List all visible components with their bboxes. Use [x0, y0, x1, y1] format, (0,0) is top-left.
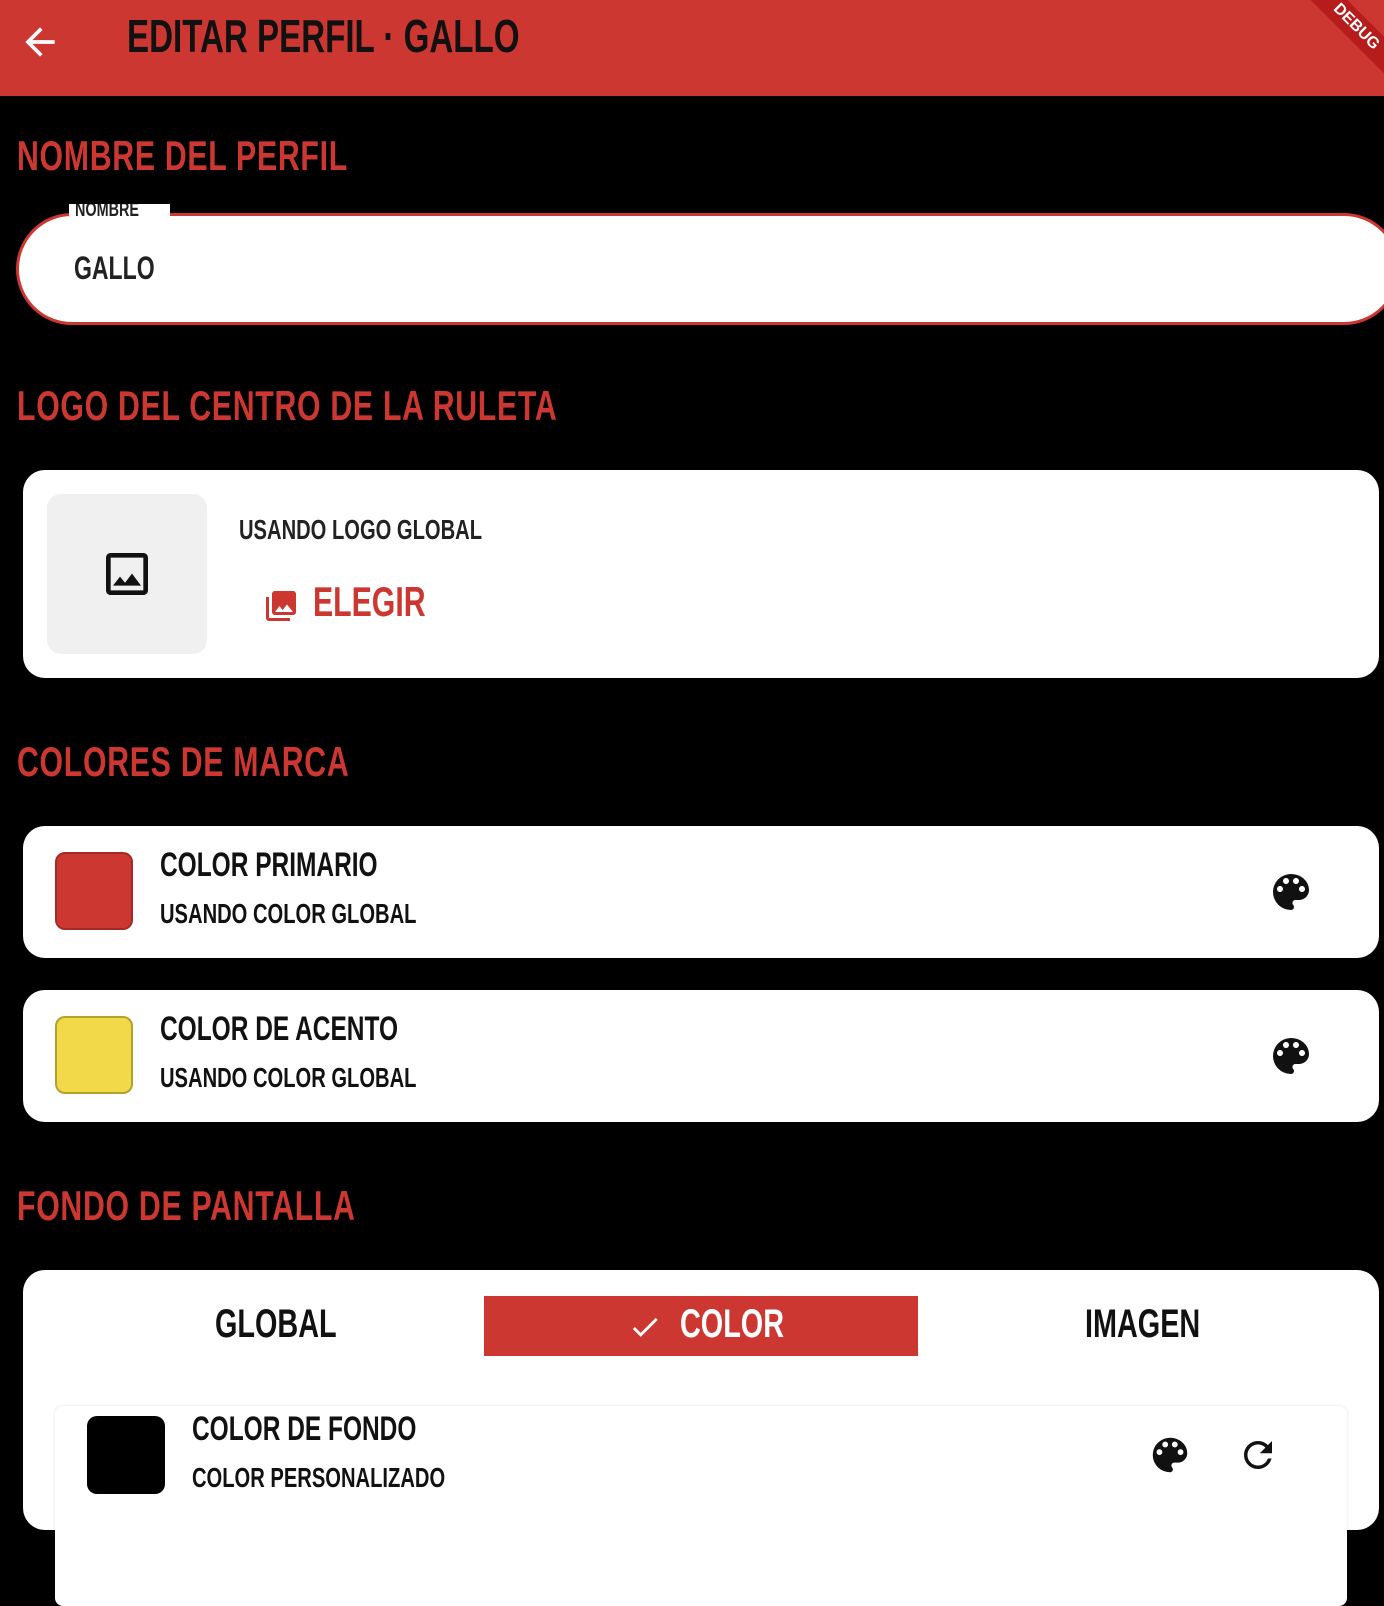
background-color-subtitle: COLOR PERSONALIZADO [192, 1462, 446, 1493]
palette-icon [1273, 1038, 1309, 1074]
section-title-background: FONDO DE PANTALLA [17, 1182, 356, 1229]
arrow-back-icon [25, 27, 55, 57]
background-color-title: COLOR DE FONDO [192, 1410, 417, 1448]
logo-thumbnail[interactable] [47, 494, 207, 654]
accent-color-title: COLOR DE ACENTO [160, 1010, 399, 1048]
accent-color-palette-button[interactable] [1267, 1032, 1315, 1080]
segment-global[interactable]: GLOBAL [47, 1296, 483, 1356]
primary-color-subtitle: USANDO COLOR GLOBAL [160, 898, 417, 929]
segment-color-label: COLOR [680, 1302, 784, 1346]
logo-card: USANDO LOGO GLOBAL ELEGIR [23, 470, 1379, 678]
background-color-row[interactable]: COLOR DE FONDO COLOR PERSONALIZADO [55, 1406, 1347, 1606]
segment-image[interactable]: IMAGEN [919, 1296, 1355, 1356]
primary-color-swatch[interactable] [55, 852, 133, 930]
check-icon [632, 1317, 658, 1337]
accent-color-subtitle: USANDO COLOR GLOBAL [160, 1062, 417, 1093]
section-title-colors: COLORES DE MARCA [17, 738, 350, 785]
primary-color-title: COLOR PRIMARIO [160, 846, 378, 884]
image-icon [106, 553, 148, 595]
section-title-name: NOMBRE DEL PERFIL [17, 132, 348, 179]
primary-color-palette-button[interactable] [1267, 868, 1315, 916]
accent-color-card[interactable]: COLOR DE ACENTO USANDO COLOR GLOBAL [23, 990, 1379, 1122]
background-color-swatch[interactable] [87, 1416, 165, 1494]
photo-library-icon [266, 591, 296, 621]
name-field-value[interactable]: GALLO [74, 250, 155, 287]
background-card: GLOBAL COLOR IMAGEN COLOR DE FONDO COLOR… [23, 1270, 1379, 1606]
logo-status-text: USANDO LOGO GLOBAL [239, 514, 483, 545]
page-title: EDITAR PERFIL · GALLO [127, 10, 520, 62]
choose-logo-button[interactable]: ELEGIR [255, 570, 426, 634]
primary-color-card[interactable]: COLOR PRIMARIO USANDO COLOR GLOBAL [23, 826, 1379, 958]
refresh-icon [1244, 1441, 1272, 1469]
choose-logo-label: ELEGIR [313, 578, 426, 625]
palette-icon [1273, 874, 1309, 910]
debug-banner: DEBUG [1290, 0, 1384, 93]
app-bar: EDITAR PERFIL · GALLO DEBUG [0, 0, 1384, 96]
section-title-logo: LOGO DEL CENTRO DE LA RULETA [17, 382, 558, 429]
back-button[interactable] [18, 20, 62, 64]
reset-background-button[interactable] [1237, 1434, 1281, 1478]
accent-color-swatch[interactable] [55, 1016, 133, 1094]
segment-image-label: IMAGEN [1085, 1302, 1201, 1346]
name-field-label: NOMBRE [69, 204, 170, 216]
segment-color[interactable]: COLOR [484, 1296, 918, 1356]
palette-icon [1152, 1437, 1188, 1473]
background-color-palette-button[interactable] [1147, 1432, 1195, 1480]
profile-name-field[interactable]: NOMBRE GALLO [16, 204, 1384, 325]
segment-global-label: GLOBAL [215, 1302, 337, 1346]
